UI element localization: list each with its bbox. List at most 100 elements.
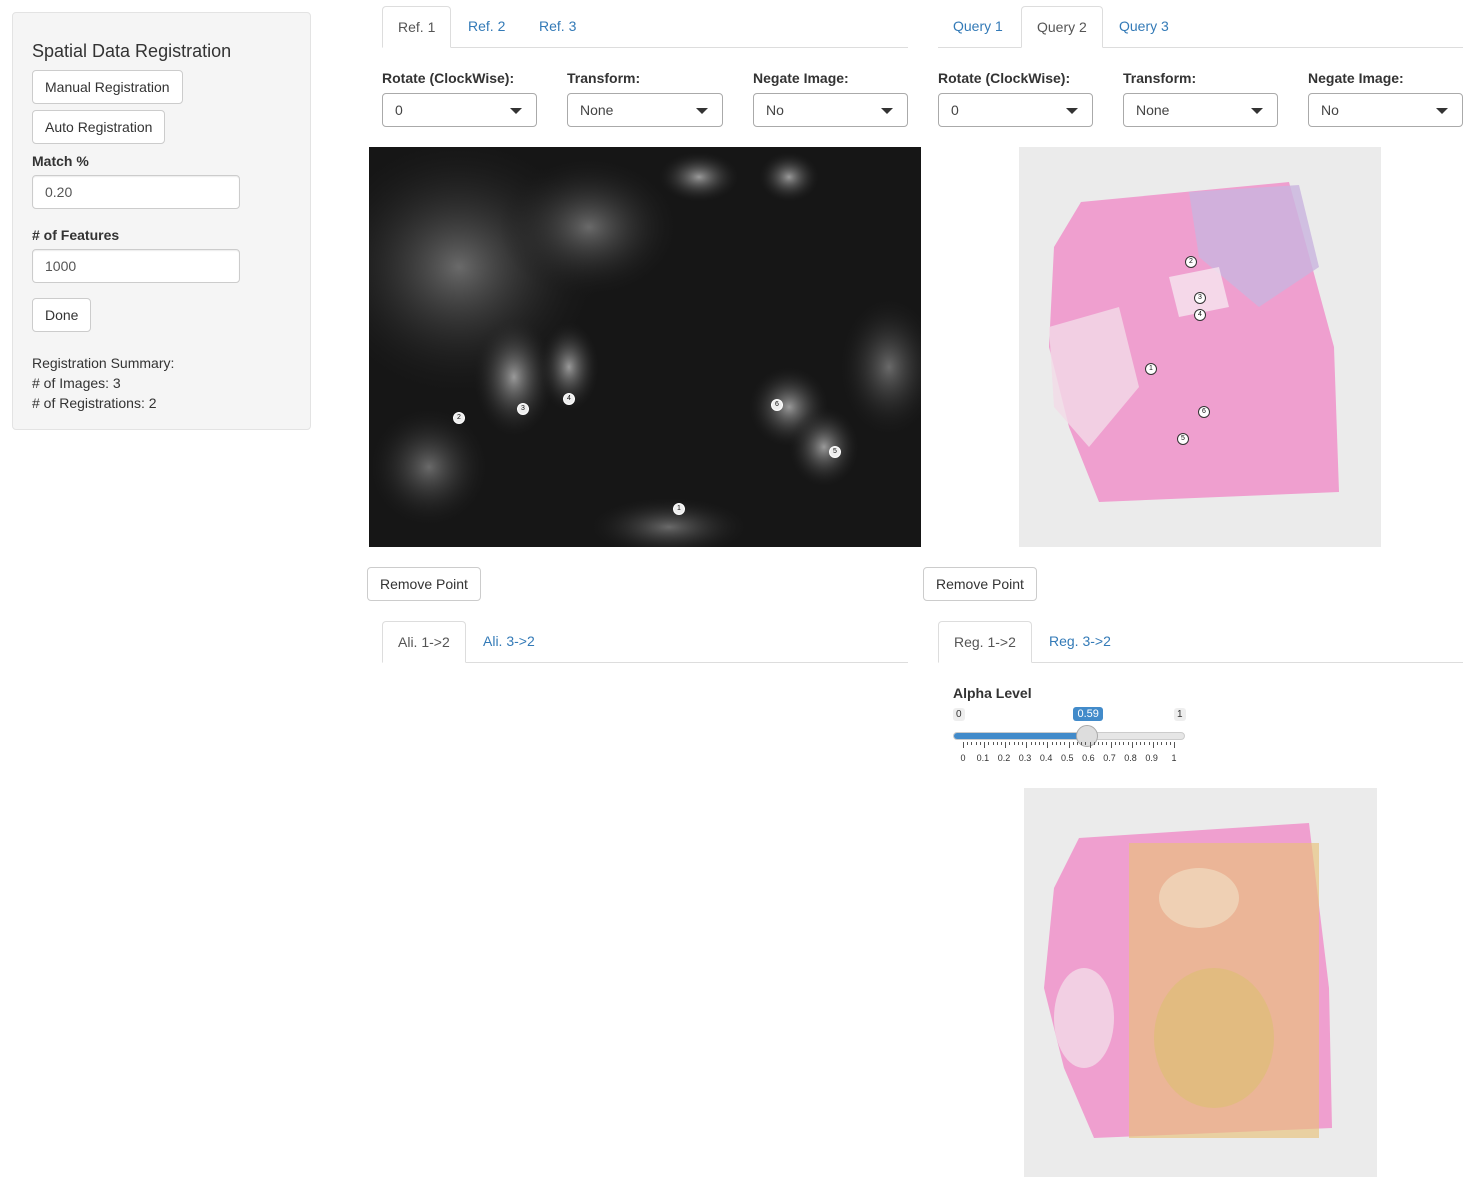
tab-query-3[interactable]: Query 3 — [1104, 6, 1184, 47]
alpha-tick — [1026, 742, 1028, 748]
alpha-slider-fill — [954, 733, 1089, 739]
alpha-tick-label: 0.4 — [1039, 753, 1053, 763]
ref-transform-value: None — [580, 102, 614, 118]
tab-query-2[interactable]: Query 2 — [1021, 6, 1103, 48]
query-rotate-label: Rotate (ClockWise): — [938, 70, 1071, 86]
ref-point-5[interactable]: 5 — [829, 446, 841, 458]
query-image[interactable]: 2 3 4 1 6 5 — [1019, 147, 1381, 547]
alpha-tick — [1174, 742, 1175, 748]
ref-rotate-label: Rotate (ClockWise): — [382, 70, 515, 86]
query-negate-label: Negate Image: — [1308, 70, 1404, 86]
alignment-tabs: Ali. 1->2 Ali. 3->2 — [382, 621, 908, 663]
alpha-minor-tick — [1051, 742, 1053, 745]
query-negate-value: No — [1321, 102, 1339, 118]
alpha-value-label: 0.59 — [1073, 707, 1103, 721]
alpha-minor-tick — [1034, 742, 1036, 745]
alpha-minor-tick — [1106, 742, 1108, 745]
query-point-4[interactable]: 4 — [1194, 309, 1206, 321]
alpha-minor-tick — [1157, 742, 1159, 745]
query-transform-select[interactable]: None — [1123, 93, 1278, 127]
features-label: # of Features — [32, 227, 120, 243]
ref-rotate-select[interactable]: 0 — [382, 93, 537, 127]
query-rotate-select[interactable]: 0 — [938, 93, 1093, 127]
alpha-minor-tick — [996, 742, 998, 745]
ref-rotate-value: 0 — [395, 102, 403, 118]
done-button[interactable]: Done — [32, 298, 92, 332]
registration-summary: Registration Summary: # of Images: 3 # o… — [32, 353, 174, 413]
alpha-minor-tick — [1013, 742, 1015, 745]
ref-point-2[interactable]: 2 — [453, 412, 465, 424]
query-rotate-value: 0 — [951, 102, 959, 118]
ref-transform-select[interactable]: None — [567, 93, 723, 127]
query-transform-label: Transform: — [1123, 70, 1197, 86]
alpha-minor-tick — [1038, 742, 1040, 745]
alpha-minor-tick — [1076, 742, 1078, 745]
reference-image[interactable]: 1 2 3 4 5 6 — [369, 147, 921, 547]
chevron-down-icon — [1436, 108, 1448, 114]
sidebar-panel: Spatial Data Registration Manual Registr… — [12, 12, 311, 430]
alpha-minor-tick — [1009, 742, 1011, 745]
chevron-down-icon — [881, 108, 893, 114]
tab-alignment-3-2[interactable]: Ali. 3->2 — [468, 621, 550, 662]
query-point-6[interactable]: 6 — [1198, 406, 1210, 418]
ref-remove-point-button[interactable]: Remove Point — [367, 567, 481, 601]
alpha-tick-label: 0.2 — [997, 753, 1011, 763]
tab-registration-3-2[interactable]: Reg. 3->2 — [1034, 621, 1126, 662]
alpha-tick-label: 0.5 — [1061, 753, 1074, 763]
alpha-tick — [1047, 742, 1049, 748]
query-point-1[interactable]: 1 — [1145, 363, 1157, 375]
alpha-minor-tick — [1165, 742, 1167, 745]
alpha-tick-label: 1 — [1171, 753, 1177, 763]
query-point-5[interactable]: 5 — [1177, 433, 1189, 445]
tab-query-1[interactable]: Query 1 — [938, 6, 1018, 47]
query-remove-point-button[interactable]: Remove Point — [923, 567, 1037, 601]
tab-alignment-1-2[interactable]: Ali. 1->2 — [382, 621, 466, 663]
alpha-tick-label: 0.9 — [1145, 753, 1158, 763]
overlay-image-texture — [1024, 788, 1377, 1177]
alpha-minor-tick — [1022, 742, 1024, 745]
tab-ref-1[interactable]: Ref. 1 — [382, 6, 452, 48]
tab-ref-2[interactable]: Ref. 2 — [453, 6, 520, 47]
alpha-minor-tick — [1098, 742, 1100, 745]
ref-negate-label: Negate Image: — [753, 70, 849, 86]
match-input[interactable]: 0.20 — [32, 175, 240, 209]
alpha-minor-tick — [1127, 742, 1129, 745]
ref-negate-value: No — [766, 102, 784, 118]
query-negate-select[interactable]: No — [1308, 93, 1463, 127]
ref-point-3[interactable]: 3 — [517, 403, 529, 415]
features-input[interactable]: 1000 — [32, 249, 240, 283]
summary-images: # of Images: 3 — [32, 375, 121, 391]
query-point-3[interactable]: 3 — [1194, 292, 1206, 304]
alpha-minor-tick — [1136, 742, 1138, 745]
ref-point-6[interactable]: 6 — [771, 399, 783, 411]
alpha-tick — [1131, 742, 1133, 748]
tab-ref-3[interactable]: Ref. 3 — [524, 6, 591, 47]
alpha-minor-tick — [988, 742, 990, 745]
query-point-2[interactable]: 2 — [1185, 256, 1197, 268]
manual-registration-button[interactable]: Manual Registration — [32, 70, 183, 104]
ref-point-4[interactable]: 4 — [563, 393, 575, 405]
alpha-tick — [963, 742, 964, 748]
auto-registration-button[interactable]: Auto Registration — [32, 110, 166, 144]
ref-transform-label: Transform: — [567, 70, 641, 86]
alpha-minor-tick — [1085, 742, 1087, 745]
registration-tabs: Reg. 1->2 Reg. 3->2 — [938, 621, 1463, 663]
alpha-tick — [1068, 742, 1070, 748]
summary-registrations: # of Registrations: 2 — [32, 395, 157, 411]
chevron-down-icon — [1251, 108, 1263, 114]
alpha-minor-tick — [975, 742, 977, 745]
alpha-minor-tick — [1060, 742, 1062, 745]
ref-negate-select[interactable]: No — [753, 93, 908, 127]
alpha-minor-tick — [1144, 742, 1146, 745]
alpha-tick-label: 0.6 — [1082, 753, 1095, 763]
alpha-tick-label: 0 — [960, 753, 966, 763]
alpha-slider-track[interactable] — [953, 732, 1185, 740]
alpha-slider-handle[interactable] — [1076, 725, 1099, 747]
query-transform-value: None — [1136, 102, 1170, 118]
tab-registration-1-2[interactable]: Reg. 1->2 — [938, 621, 1032, 663]
ref-point-1[interactable]: 1 — [673, 503, 685, 515]
alpha-minor-tick — [1000, 742, 1002, 745]
alpha-max-label: 1 — [1174, 708, 1186, 721]
alpha-minor-tick — [992, 742, 994, 745]
alpha-minor-tick — [1030, 742, 1032, 745]
